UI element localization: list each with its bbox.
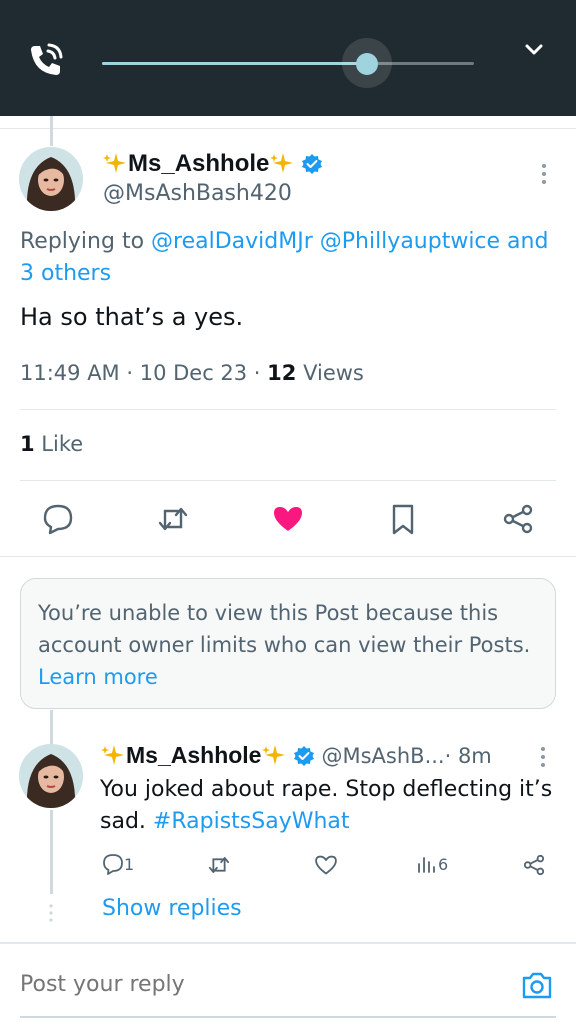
composer-underline bbox=[20, 1016, 556, 1018]
thread-dots-icon bbox=[49, 904, 53, 922]
avatar-image bbox=[19, 147, 83, 211]
hashtag-link[interactable]: #RapistsSayWhat bbox=[153, 809, 350, 834]
share-icon[interactable] bbox=[501, 502, 535, 536]
verified-badge-icon bbox=[294, 745, 315, 766]
sparkles-icon bbox=[270, 153, 294, 173]
divider bbox=[0, 128, 576, 129]
thread-line bbox=[50, 116, 53, 146]
heart-filled-icon[interactable] bbox=[271, 502, 305, 536]
reply-author-name[interactable]: Ms_Ashhole bbox=[126, 742, 261, 769]
replying-to-prefix: Replying to bbox=[20, 229, 152, 254]
bookmark-icon[interactable] bbox=[386, 502, 420, 536]
reply-icon bbox=[103, 854, 123, 875]
sparkles-icon bbox=[262, 744, 286, 765]
sparkles-icon bbox=[103, 153, 126, 173]
reply-count: 1 bbox=[124, 854, 135, 874]
views-count: 12 bbox=[267, 361, 297, 385]
divider bbox=[20, 409, 556, 410]
reply-more-options-icon[interactable] bbox=[540, 746, 546, 768]
views-label: Views bbox=[296, 361, 364, 385]
views-button[interactable]: 6 bbox=[416, 853, 448, 875]
verified-badge-icon bbox=[302, 154, 323, 174]
post-meta: 11:49 AM · 10 Dec 23 · 12 Views bbox=[20, 361, 364, 385]
share-icon[interactable] bbox=[522, 853, 546, 877]
volume-slider-track[interactable] bbox=[102, 62, 474, 65]
show-replies-link[interactable]: Show replies bbox=[102, 896, 242, 921]
author-name-row[interactable]: Ms_Ashhole bbox=[102, 150, 323, 178]
reply-views-count: 6 bbox=[438, 854, 449, 874]
likes-label: Like bbox=[34, 432, 84, 456]
camera-icon[interactable] bbox=[520, 968, 554, 1002]
learn-more-link[interactable]: Learn more bbox=[38, 665, 158, 689]
composer-divider bbox=[0, 942, 576, 944]
reply-author-row[interactable]: Ms_Ashhole @MsAshB... · 8m bbox=[100, 742, 492, 769]
reply-composer-input[interactable] bbox=[20, 972, 500, 997]
author-name[interactable]: Ms_Ashhole bbox=[128, 150, 269, 178]
divider bbox=[20, 480, 556, 481]
avatar-image bbox=[19, 744, 83, 808]
reply-author-handle[interactable]: @MsAshB... bbox=[321, 744, 444, 768]
call-bar bbox=[0, 0, 576, 116]
reply-avatar[interactable] bbox=[19, 744, 83, 808]
restricted-post-notice: You’re unable to view this Post because … bbox=[20, 578, 556, 709]
post-text: Ha so that’s a yes. bbox=[20, 303, 244, 331]
thread-line bbox=[50, 710, 53, 744]
reply-reply-button[interactable]: 1 bbox=[102, 853, 134, 875]
reply-icon[interactable] bbox=[41, 502, 75, 536]
heart-icon[interactable] bbox=[314, 853, 338, 877]
likes-count: 1 bbox=[20, 432, 35, 456]
analytics-icon bbox=[418, 857, 435, 873]
replying-to: Replying to @realDavidMJr @Phillyauptwic… bbox=[20, 226, 566, 290]
notice-text: You’re unable to view this Post because … bbox=[38, 601, 531, 657]
thread-line bbox=[50, 810, 53, 894]
chevron-down-icon[interactable] bbox=[522, 38, 546, 62]
reply-text: You joked about rape. Stop deflecting it… bbox=[100, 774, 560, 838]
avatar[interactable] bbox=[19, 147, 83, 211]
phone-call-icon[interactable] bbox=[26, 40, 66, 80]
reply-age: · 8m bbox=[444, 743, 492, 768]
likes-summary[interactable]: 1 Like bbox=[20, 432, 83, 456]
volume-slider-thumb[interactable] bbox=[356, 53, 378, 75]
repost-icon[interactable] bbox=[156, 502, 190, 536]
post-timestamp[interactable]: 11:49 AM · 10 Dec 23 · bbox=[20, 361, 267, 385]
more-options-icon[interactable] bbox=[541, 163, 547, 185]
author-handle[interactable]: @MsAshBash420 bbox=[103, 181, 292, 206]
sparkles-icon bbox=[101, 744, 124, 765]
divider bbox=[0, 556, 576, 557]
repost-icon[interactable] bbox=[207, 853, 231, 877]
volume-slider-fill bbox=[102, 62, 367, 65]
